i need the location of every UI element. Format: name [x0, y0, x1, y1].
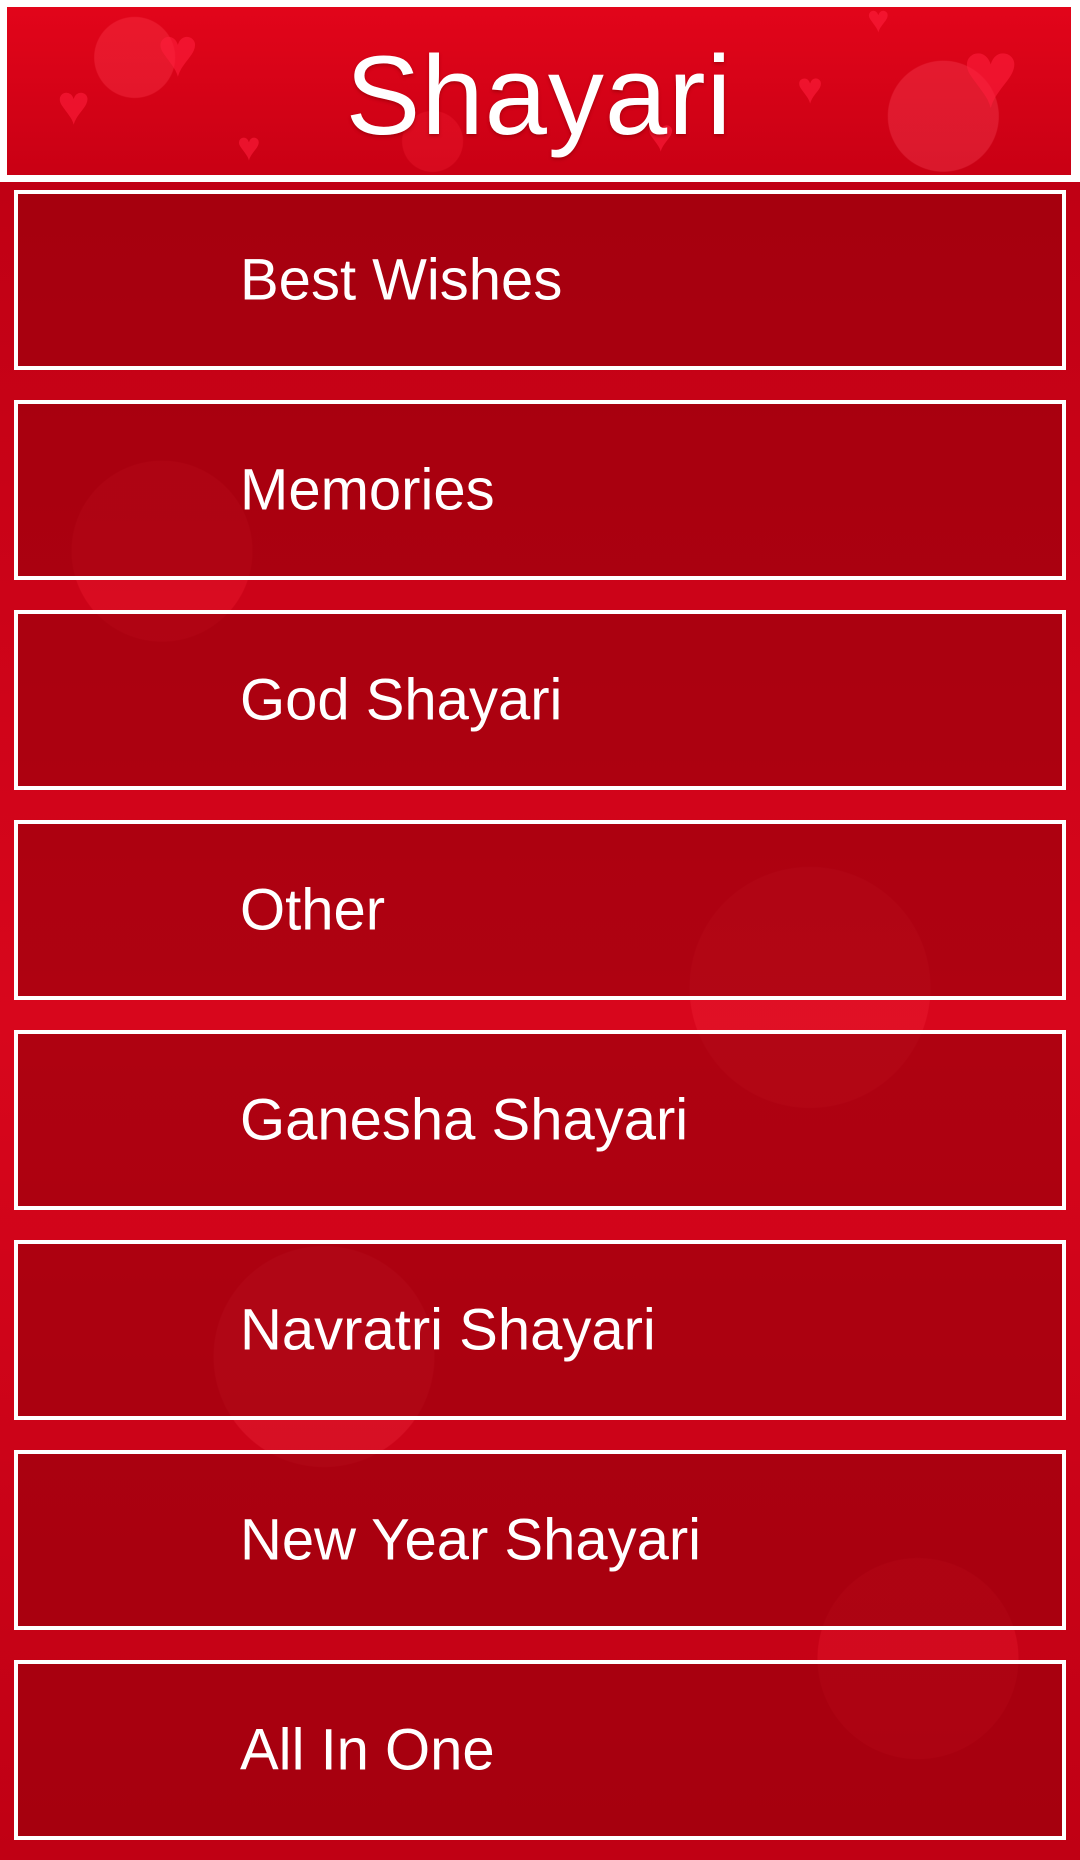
menu-item-other[interactable]: Other	[14, 820, 1066, 1000]
menu-item-best-wishes[interactable]: Best Wishes	[14, 190, 1066, 370]
menu-item-label: God Shayari	[240, 667, 563, 733]
menu-item-label: New Year Shayari	[240, 1507, 702, 1573]
menu-item-label: Best Wishes	[240, 247, 563, 313]
menu-item-navratri-shayari[interactable]: Navratri Shayari	[14, 1240, 1066, 1420]
menu-item-memories[interactable]: Memories	[14, 400, 1066, 580]
menu-item-label: Memories	[240, 457, 495, 523]
page-title: Shayari	[345, 33, 733, 158]
menu-item-label: Navratri Shayari	[240, 1297, 656, 1363]
menu-item-label: Ganesha Shayari	[240, 1087, 689, 1153]
menu-item-all-in-one[interactable]: All In One	[14, 1660, 1066, 1840]
menu-item-label: Other	[240, 877, 386, 943]
menu-item-god-shayari[interactable]: God Shayari	[14, 610, 1066, 790]
app-header: ♥ ♥ ♥ ♥ ♥ ♥ ♥ Shayari	[4, 4, 1074, 178]
menu-item-new-year-shayari[interactable]: New Year Shayari	[14, 1450, 1066, 1630]
menu-item-ganesha-shayari[interactable]: Ganesha Shayari	[14, 1030, 1066, 1210]
menu-item-label: All In One	[240, 1717, 495, 1783]
category-list: Best Wishes Memories God Shayari Other G…	[0, 182, 1080, 1860]
